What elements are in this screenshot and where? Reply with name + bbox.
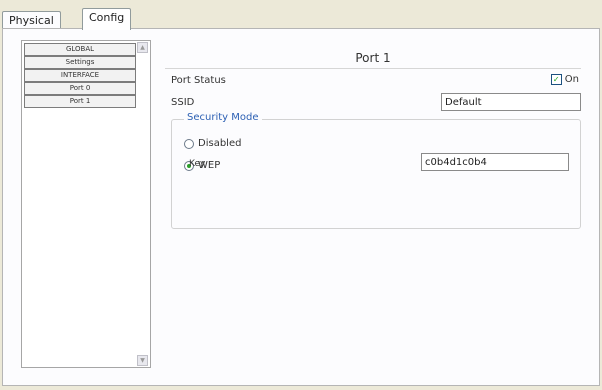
sidebar-list[interactable]: GLOBAL Settings INTERFACE Port 0 Port 1 … <box>21 40 151 368</box>
security-mode-group: Security Mode Disabled WEP <box>171 112 581 229</box>
key-label: Key <box>189 159 206 169</box>
sidebar-item-interface[interactable]: INTERFACE <box>24 69 136 82</box>
sidebar-item-settings[interactable]: Settings <box>24 56 136 69</box>
tab-bar: Physical Config <box>0 0 602 30</box>
port-status-on-label: On <box>564 74 579 85</box>
tab-config[interactable]: Config <box>82 8 132 30</box>
title-divider <box>165 68 581 69</box>
key-input[interactable]: c0b4d1c0b4 <box>421 153 569 171</box>
check-icon: ✓ <box>552 75 560 84</box>
ssid-label: SSID <box>171 97 195 108</box>
page-title: Port 1 <box>355 51 391 65</box>
ssid-input[interactable]: Default <box>441 93 581 111</box>
security-mode-title: Security Mode <box>184 112 262 123</box>
port-status-checkbox[interactable]: ✓ <box>550 74 562 85</box>
radio-disabled-label: Disabled <box>198 138 242 149</box>
port-status-toggle[interactable]: ✓ On <box>550 74 579 85</box>
port-status-label: Port Status <box>171 75 226 86</box>
main-content: Port 1 Port Status ✓ On SSID Default Sec… <box>165 45 581 245</box>
radio-disabled-row[interactable]: Disabled <box>184 138 241 149</box>
radio-disabled[interactable] <box>184 138 194 149</box>
sidebar-item-port-1[interactable]: Port 1 <box>24 95 136 108</box>
config-panel: GLOBAL Settings INTERFACE Port 0 Port 1 … <box>2 28 600 386</box>
sidebar-item-global[interactable]: GLOBAL <box>24 43 136 56</box>
scroll-down-icon[interactable]: ▼ <box>137 355 148 366</box>
scroll-up-icon[interactable]: ▲ <box>137 42 148 53</box>
sidebar-item-port-0[interactable]: Port 0 <box>24 82 136 95</box>
